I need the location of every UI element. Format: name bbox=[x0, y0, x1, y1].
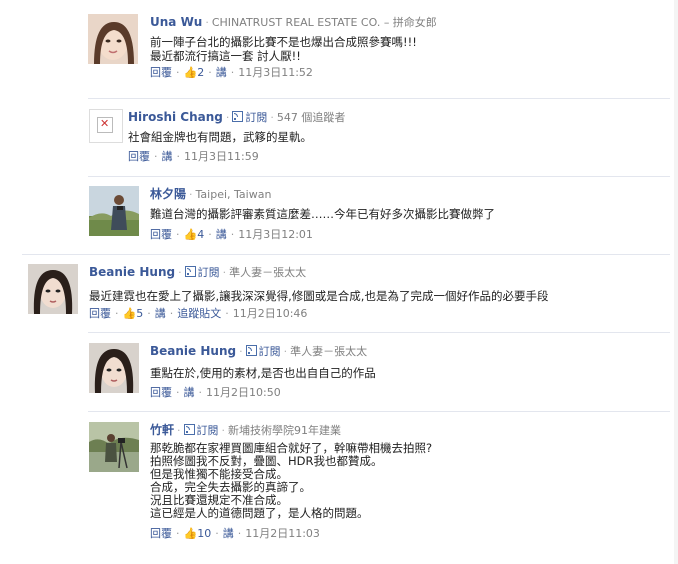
like-icon[interactable]: 👍 bbox=[123, 306, 137, 322]
timestamp[interactable]: 11月3日12:01 bbox=[238, 228, 313, 241]
timestamp[interactable]: 11月2日10:50 bbox=[206, 386, 281, 399]
rss-icon bbox=[183, 424, 195, 435]
like-icon[interactable]: 👍 bbox=[184, 526, 198, 542]
comment-text: 社會組金牌也有問題，武簃的星軌。 bbox=[128, 130, 312, 144]
avatar[interactable] bbox=[89, 186, 139, 236]
subscribe-link[interactable]: 訂閱 bbox=[245, 111, 267, 124]
subscribe-link[interactable]: 訂閱 bbox=[259, 345, 281, 358]
author-name[interactable]: Hiroshi Chang bbox=[128, 110, 223, 124]
broken-image-icon bbox=[97, 117, 113, 133]
author-meta: 準人妻－張太太 bbox=[229, 266, 307, 279]
like-icon[interactable]: 👍 bbox=[184, 65, 198, 81]
say-link[interactable]: 講 bbox=[162, 150, 173, 163]
timestamp[interactable]: 11月2日10:46 bbox=[233, 307, 308, 320]
avatar-photo bbox=[89, 422, 139, 472]
avatar[interactable] bbox=[88, 14, 138, 64]
say-link[interactable]: 講 bbox=[184, 386, 195, 399]
comment-text: 重點在於,使用的素材,是否也出自自己的作品 bbox=[150, 366, 376, 380]
like-count[interactable]: 5 bbox=[136, 307, 143, 320]
scrollbar[interactable] bbox=[674, 0, 678, 564]
reply-link[interactable]: 回覆 bbox=[150, 66, 172, 79]
comment-text: 難道台灣的攝影評審素質這麼差……今年已有好多次攝影比賽做弊了 bbox=[150, 207, 495, 221]
rss-icon bbox=[245, 345, 257, 356]
divider bbox=[88, 176, 670, 177]
avatar[interactable] bbox=[89, 343, 139, 393]
comment-text: 前一陣子台北的攝影比賽不是也爆出合成照參賽嗎!!! 最近都流行搞這一套 討人厭!… bbox=[150, 35, 417, 63]
rss-icon bbox=[232, 111, 244, 122]
author-meta: 準人妻－張太太 bbox=[290, 345, 368, 358]
divider bbox=[22, 254, 670, 255]
avatar[interactable] bbox=[89, 109, 123, 143]
say-link[interactable]: 講 bbox=[155, 307, 166, 320]
author-name[interactable]: Una Wu bbox=[150, 15, 202, 29]
divider bbox=[88, 332, 670, 333]
author-name[interactable]: Beanie Hung bbox=[89, 265, 175, 279]
like-count[interactable]: 4 bbox=[197, 228, 204, 241]
say-link[interactable]: 講 bbox=[216, 228, 227, 241]
avatar-photo bbox=[89, 186, 139, 236]
like-icon[interactable]: 👍 bbox=[184, 227, 198, 243]
reply-link[interactable]: 回覆 bbox=[89, 307, 111, 320]
follow-post-link[interactable]: 追蹤貼文 bbox=[177, 307, 221, 320]
subscribe-link[interactable]: 訂閱 bbox=[198, 266, 220, 279]
follower-count: 547 個追蹤者 bbox=[276, 111, 346, 124]
divider bbox=[88, 98, 670, 99]
author-name[interactable]: 林夕陽 bbox=[150, 187, 186, 201]
timestamp[interactable]: 11月3日11:52 bbox=[238, 66, 313, 79]
author-meta: CHINATRUST REAL ESTATE CO. – 拼命女郎 bbox=[211, 16, 437, 29]
reply-link[interactable]: 回覆 bbox=[128, 150, 150, 163]
reply-link[interactable]: 回覆 bbox=[150, 527, 172, 540]
comment-text: 最近建霓也在愛上了攝影,讓我深深覺得,修圖或是合成,也是為了完成一個好作品的必要… bbox=[89, 289, 549, 303]
rss-icon bbox=[184, 266, 196, 277]
divider bbox=[88, 411, 670, 412]
avatar-photo bbox=[89, 343, 139, 393]
avatar-photo bbox=[28, 264, 78, 314]
say-link[interactable]: 講 bbox=[216, 66, 227, 79]
say-link[interactable]: 講 bbox=[223, 527, 234, 540]
author-name[interactable]: 竹軒 bbox=[150, 423, 174, 437]
like-count[interactable]: 2 bbox=[197, 66, 204, 79]
author-name[interactable]: Beanie Hung bbox=[150, 344, 236, 358]
reply-link[interactable]: 回覆 bbox=[150, 386, 172, 399]
timestamp[interactable]: 11月3日11:59 bbox=[184, 150, 259, 163]
like-count[interactable]: 10 bbox=[197, 527, 211, 540]
comment-text: 那乾脆都在家裡買圖庫組合就好了，幹嘛帶相機去拍照? 拍照修圖我不反對，疊圖、HD… bbox=[150, 441, 433, 520]
avatar-photo bbox=[88, 14, 138, 64]
avatar[interactable] bbox=[89, 422, 139, 472]
subscribe-link[interactable]: 訂閱 bbox=[197, 424, 219, 437]
author-location: Taipei, Taiwan bbox=[195, 188, 272, 201]
author-meta: 新埔技術學院91年建業 bbox=[228, 424, 342, 437]
avatar[interactable] bbox=[28, 264, 78, 314]
reply-link[interactable]: 回覆 bbox=[150, 228, 172, 241]
timestamp[interactable]: 11月2日11:03 bbox=[245, 527, 320, 540]
